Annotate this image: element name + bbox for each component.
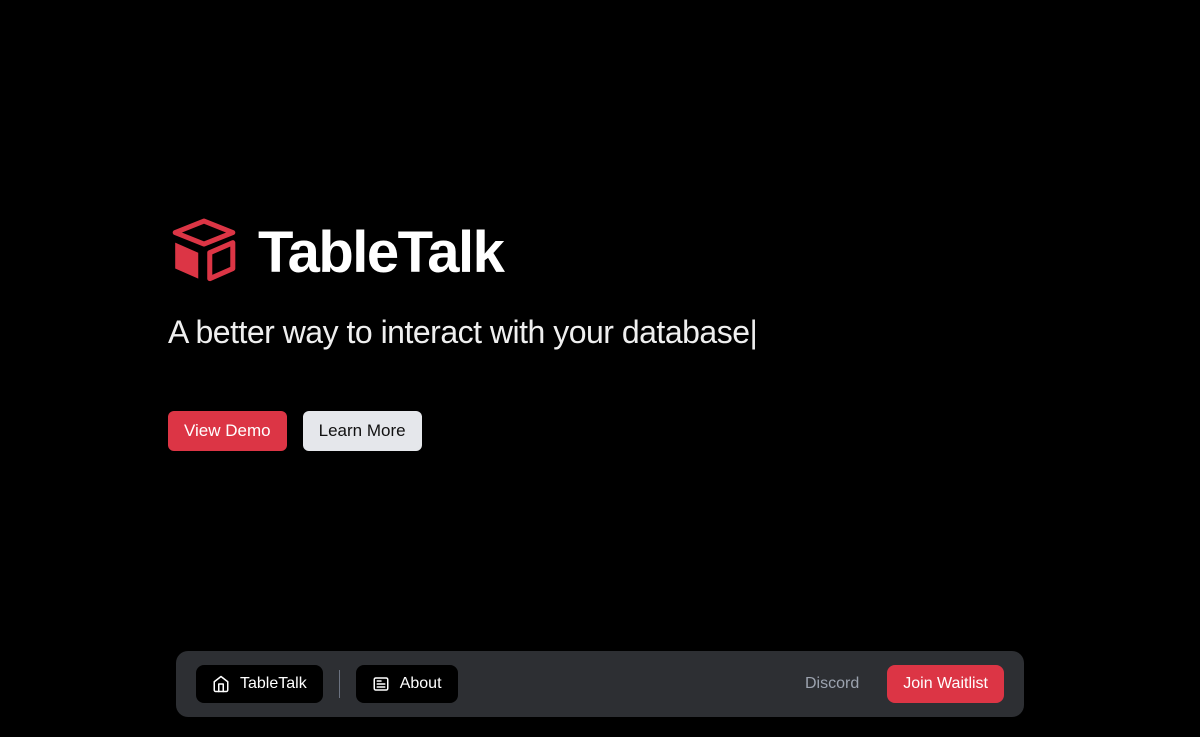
nav-right: Discord Join Waitlist	[805, 665, 1004, 703]
nav-left: TableTalk About	[196, 665, 458, 703]
nav-item-tabletalk[interactable]: TableTalk	[196, 665, 323, 703]
nav-item-label: TableTalk	[240, 675, 307, 693]
hero-tagline: A better way to interact with your datab…	[168, 314, 1200, 351]
discord-link[interactable]: Discord	[805, 675, 859, 693]
nav-divider	[339, 670, 340, 698]
brand-row: TableTalk	[168, 218, 1200, 286]
learn-more-button[interactable]: Learn More	[303, 411, 422, 451]
nav-item-about[interactable]: About	[356, 665, 458, 703]
newspaper-icon	[372, 675, 390, 693]
view-demo-button[interactable]: View Demo	[168, 411, 287, 451]
nav-item-label: About	[400, 675, 442, 693]
cta-button-row: View Demo Learn More	[168, 411, 1200, 451]
brand-name: TableTalk	[258, 219, 503, 286]
bottom-nav: TableTalk About Discord Join Waitlist	[176, 651, 1024, 717]
join-waitlist-button[interactable]: Join Waitlist	[887, 665, 1004, 703]
hero-section: TableTalk A better way to interact with …	[0, 0, 1200, 451]
logo-icon	[168, 218, 240, 286]
home-icon	[212, 675, 230, 693]
